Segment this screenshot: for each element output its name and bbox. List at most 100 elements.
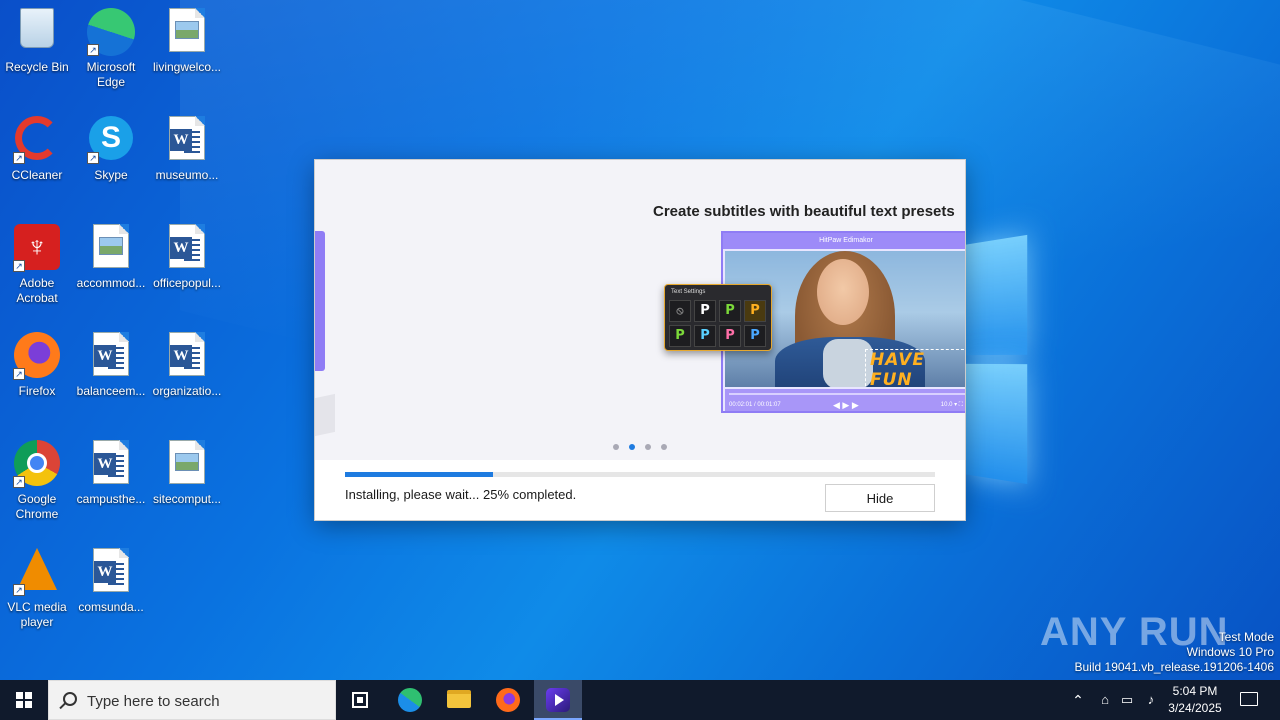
text-settings-panel: Text Settings ⦸ P P P P P P P: [664, 284, 772, 351]
desktop-icon-firefox[interactable]: ↗ Firefox: [0, 324, 74, 399]
desktop-icon-label: accommod...: [76, 276, 146, 290]
taskbar-hitpaw-installer[interactable]: [534, 680, 582, 720]
feature-carousel: Create subtitles with beautiful text pre…: [315, 160, 965, 460]
system-info: Test Mode Windows 10 Pro Build 19041.vb_…: [1074, 630, 1275, 674]
edge-icon: ↗: [87, 8, 135, 56]
preview-playback-bar: 00:02:01 / 00:01:07 ◀ ▶ ▶ 10.0 ▾ ⛶: [725, 389, 965, 411]
desktop-icon-label: comsunda...: [78, 600, 144, 614]
playback-controls: ◀ ▶ ▶: [833, 400, 859, 410]
carousel-dots: [613, 444, 667, 450]
firefox-icon: [496, 688, 520, 712]
preset-none-icon: ⦸: [669, 300, 691, 322]
action-center-button[interactable]: [1234, 680, 1264, 720]
vlc-icon: ↗: [13, 548, 61, 596]
desktop-icon-label: sitecomput...: [152, 492, 222, 506]
desktop-icon-label: Skype: [94, 168, 128, 182]
desktop-icon-skype[interactable]: S ↗ Skype: [74, 108, 148, 183]
hide-button[interactable]: Hide: [825, 484, 935, 512]
clock-date: 3/24/2025: [1168, 701, 1222, 715]
carousel-dot[interactable]: [629, 444, 635, 450]
preset-tile: P: [669, 325, 691, 347]
word-doc-icon: W: [87, 548, 135, 596]
tray-device-icon[interactable]: ⌂: [1094, 680, 1116, 720]
desktop-icon-museumo[interactable]: W museumo...: [150, 108, 224, 183]
word-doc-icon: W: [87, 332, 135, 380]
desktop-icon-label: Google Chrome: [15, 492, 59, 521]
taskbar-clock[interactable]: 5:04 PM 3/24/2025: [1164, 683, 1226, 717]
ccleaner-icon: ↗: [13, 116, 61, 164]
desktop-icon-sitecomput[interactable]: sitecomput...: [150, 432, 224, 507]
installer-window: Create subtitles with beautiful text pre…: [315, 160, 965, 520]
network-icon[interactable]: ▭: [1116, 680, 1138, 720]
windows-icon: [16, 692, 32, 708]
desktop-icon-organizatio[interactable]: W organizatio...: [150, 324, 224, 399]
taskbar-firefox[interactable]: [484, 680, 532, 720]
word-doc-icon: W: [163, 116, 211, 164]
desktop-icon-livingwelco[interactable]: livingwelco...: [150, 0, 224, 75]
desktop-icon-officepopul[interactable]: W officepopul...: [150, 216, 224, 291]
notification-icon: [1240, 692, 1258, 706]
desktop-icon-ccleaner[interactable]: ↗ CCleaner: [0, 108, 74, 183]
desktop-icon-label: VLC media player: [7, 600, 67, 629]
desktop-icon-label: Recycle Bin: [5, 60, 69, 74]
preset-tile: P: [719, 300, 741, 322]
folder-icon: [447, 690, 471, 708]
desktop-icon-label: Firefox: [18, 384, 56, 398]
desktop-icon-accommod[interactable]: accommod...: [74, 216, 148, 291]
skype-icon: S ↗: [87, 116, 135, 164]
preset-tile: P: [744, 325, 766, 347]
word-doc-icon: W: [163, 224, 211, 272]
desktop-icon-label: CCleaner: [11, 168, 63, 182]
edge-icon: [398, 688, 422, 712]
preset-tile: P: [719, 325, 741, 347]
taskbar-file-explorer[interactable]: [435, 680, 483, 720]
desktop-icon-label: campusthe...: [76, 492, 146, 506]
preset-tile: P: [694, 300, 716, 322]
clock-time: 5:04 PM: [1172, 684, 1218, 698]
volume-icon[interactable]: ♪: [1140, 680, 1162, 720]
search-icon: [63, 692, 77, 706]
desktop-icon-campusthe[interactable]: W campusthe...: [74, 432, 148, 507]
recycle-bin-icon: [13, 8, 61, 56]
desktop-icon-comsunda[interactable]: W comsunda...: [74, 540, 148, 615]
desktop-icon-google-chrome[interactable]: ↗ Google Chrome: [0, 432, 74, 522]
task-view-button[interactable]: [336, 680, 384, 720]
desktop-icon-recycle-bin[interactable]: Recycle Bin: [0, 0, 74, 75]
firefox-icon: ↗: [13, 332, 61, 380]
app-preview-title: HitPaw Edimakor: [723, 233, 965, 249]
previous-slide-peek: [315, 231, 325, 371]
carousel-dot[interactable]: [645, 444, 651, 450]
install-progress-bar: [345, 472, 935, 477]
desktop-icon-edge[interactable]: ↗ Microsoft Edge: [74, 0, 148, 90]
desktop-icon-label: organizatio...: [152, 384, 222, 398]
desktop-icon-adobe-acrobat[interactable]: ♆ ↗ Adobe Acrobat: [0, 216, 74, 306]
word-doc-icon: W: [163, 332, 211, 380]
desktop-icon-label: Adobe Acrobat: [16, 276, 58, 305]
taskbar-search[interactable]: [48, 680, 336, 720]
carousel-dot[interactable]: [613, 444, 619, 450]
image-file-icon: [163, 8, 211, 56]
desktop-icon-balanceem[interactable]: W balanceem...: [74, 324, 148, 399]
slide-title: Create subtitles with beautiful text pre…: [653, 203, 955, 220]
hitpaw-icon: [546, 688, 570, 712]
taskbar-edge[interactable]: [386, 680, 434, 720]
tray-overflow-chevron-icon[interactable]: ⌃: [1068, 680, 1088, 720]
preset-tile: P: [744, 300, 766, 322]
word-doc-icon: W: [87, 440, 135, 488]
desktop-icon-label: balanceem...: [76, 384, 146, 398]
task-view-icon: [352, 692, 368, 708]
desktop-icon-label: Microsoft Edge: [86, 60, 136, 89]
desktop-icon-label: livingwelco...: [152, 60, 222, 74]
install-progress-fill: [345, 472, 493, 477]
image-file-icon: [87, 224, 135, 272]
install-status: Installing, please wait... 25% completed…: [345, 487, 577, 502]
carousel-dot[interactable]: [661, 444, 667, 450]
caption-preview: HAVE FUN: [865, 349, 965, 387]
start-button[interactable]: [0, 680, 48, 720]
desktop-icon-label: museumo...: [155, 168, 219, 182]
desktop-icon-vlc[interactable]: ↗ VLC media player: [0, 540, 74, 630]
acrobat-icon: ♆ ↗: [13, 224, 61, 272]
windows-wallpaper-logo: [965, 234, 1028, 485]
search-input[interactable]: [87, 689, 327, 713]
preset-tile: P: [694, 325, 716, 347]
